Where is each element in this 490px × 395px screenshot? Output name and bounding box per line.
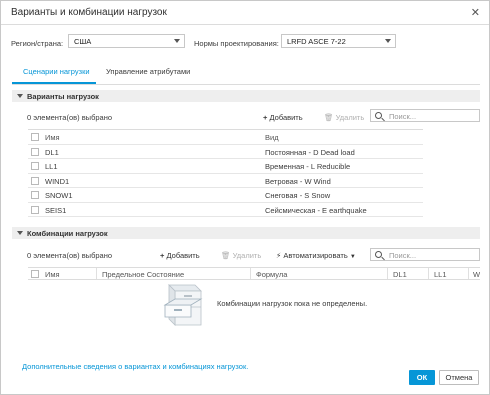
- load-case-name: DL1: [45, 147, 59, 157]
- search-placeholder: Поиск...: [389, 112, 417, 121]
- chevron-down-icon: [385, 39, 391, 43]
- table-row[interactable]: LL1 Временная - L Reducible: [28, 159, 423, 174]
- collapse-icon[interactable]: [17, 94, 23, 98]
- design-code-select[interactable]: LRFD ASCE 7-22: [281, 34, 396, 48]
- load-case-type: Ветровая - W Wind: [265, 176, 331, 186]
- tab-load-scenarios[interactable]: Сценарии нагрузки: [23, 67, 90, 76]
- select-all-checkbox[interactable]: [31, 133, 39, 141]
- load-case-type: Временная - L Reducible: [265, 162, 351, 171]
- column-header-type: Вид: [265, 133, 279, 142]
- table-row[interactable]: DL1 Постоянная - D Dead load: [28, 145, 423, 159]
- add-combination-button[interactable]: + Добавить: [160, 251, 200, 260]
- load-case-name: SEIS1: [45, 205, 67, 215]
- region-label: Регион/страна:: [11, 39, 64, 48]
- table-row[interactable]: WIND1 Ветровая - W Wind: [28, 174, 423, 188]
- load-cases-selected-count: 0 элемента(ов) выбрано: [27, 113, 113, 122]
- cancel-button[interactable]: Отмена: [439, 370, 479, 385]
- load-cases-search-input[interactable]: Поиск...: [370, 109, 480, 122]
- load-case-name: WIND1: [45, 176, 70, 186]
- column-header-name: Имя: [45, 133, 60, 142]
- table-row[interactable]: SEIS1 Сейсмическая - E earthquake: [28, 203, 423, 217]
- region-select[interactable]: США: [68, 34, 185, 48]
- search-icon: [375, 251, 382, 258]
- delete-label: Удалить: [335, 113, 365, 122]
- ok-button[interactable]: ОК: [409, 370, 435, 385]
- tabs-divider: [12, 84, 480, 85]
- combinations-table-header: Имя Предельное Состояние Формула DL1 LL1…: [28, 267, 480, 280]
- plus-icon: +: [160, 251, 165, 260]
- trash-icon: 🗑: [324, 113, 334, 122]
- column-divider: [468, 268, 469, 279]
- delete-load-case-button[interactable]: 🗑 Удалить: [324, 113, 364, 122]
- load-case-type: Сейсмическая - E earthquake: [265, 205, 367, 215]
- design-code-value: LRFD ASCE 7-22: [287, 37, 346, 46]
- combinations-search-input[interactable]: Поиск...: [370, 248, 480, 261]
- add-load-case-button[interactable]: + Добавить: [263, 113, 303, 122]
- search-icon: [375, 112, 382, 119]
- chevron-down-icon: [174, 39, 180, 43]
- region-value: США: [74, 37, 92, 46]
- column-header-dl1: DL1: [393, 270, 407, 279]
- empty-cabinet-icon: [163, 284, 203, 326]
- delete-combination-button[interactable]: 🗑 Удалить: [221, 251, 261, 260]
- dialog-titlebar: Варианты и комбинации нагрузок ✕: [1, 1, 489, 25]
- design-code-label: Нормы проектирования:: [194, 39, 279, 48]
- load-case-name: LL1: [45, 162, 58, 171]
- chevron-down-icon: ▼: [349, 254, 356, 260]
- column-divider: [387, 268, 388, 279]
- column-header-ll1: LL1: [434, 270, 447, 279]
- collapse-icon[interactable]: [17, 231, 23, 235]
- row-checkbox[interactable]: [31, 191, 39, 199]
- load-case-type: Постоянная - D Dead load: [265, 147, 355, 157]
- column-header-w: W: [473, 270, 480, 279]
- plus-icon: +: [263, 113, 268, 122]
- combinations-section-header[interactable]: Комбинации нагрузок: [12, 227, 480, 239]
- column-header-name: Имя: [45, 270, 60, 279]
- column-header-limit-state: Предельное Состояние: [102, 270, 185, 279]
- search-placeholder: Поиск...: [389, 251, 417, 260]
- column-divider: [428, 268, 429, 279]
- column-divider: [250, 268, 251, 279]
- dialog-title: Варианты и комбинации нагрузок: [11, 7, 167, 18]
- combinations-selected-count: 0 элемента(ов) выбрано: [27, 251, 113, 260]
- row-checkbox[interactable]: [31, 176, 39, 185]
- load-cases-section-title: Варианты нагрузок: [27, 92, 99, 101]
- close-icon[interactable]: ✕: [471, 6, 480, 19]
- automate-dropdown-button[interactable]: ⚡ Автоматизировать ▼: [276, 251, 356, 260]
- tab-manage-attributes[interactable]: Управление атрибутами: [106, 67, 190, 76]
- trash-icon: 🗑: [221, 251, 231, 260]
- row-checkbox[interactable]: [31, 205, 39, 214]
- row-checkbox[interactable]: [31, 162, 39, 170]
- lightning-icon: ⚡: [276, 251, 282, 260]
- load-cases-section-header[interactable]: Варианты нагрузок: [12, 90, 480, 102]
- table-header-row: Имя Вид: [28, 130, 423, 145]
- column-header-formula: Формула: [256, 270, 288, 279]
- table-row[interactable]: SNOW1 Снеговая - S Snow: [28, 188, 423, 203]
- select-all-checkbox[interactable]: [31, 270, 39, 278]
- load-cases-dialog: Варианты и комбинации нагрузок ✕ Регион/…: [0, 0, 490, 395]
- load-cases-table: Имя Вид DL1 Постоянная - D Dead load LL1…: [28, 129, 423, 217]
- combinations-section-title: Комбинации нагрузок: [27, 229, 108, 238]
- automate-label: Автоматизировать: [283, 251, 348, 260]
- empty-state-message: Комбинации нагрузок пока не определены.: [217, 299, 368, 308]
- delete-label: Удалить: [232, 251, 262, 260]
- info-link[interactable]: Дополнительные сведения о вариантах и ко…: [22, 362, 248, 371]
- row-checkbox[interactable]: [31, 147, 39, 156]
- add-label: Добавить: [269, 113, 303, 122]
- load-case-type: Снеговая - S Snow: [265, 191, 331, 200]
- load-case-name: SNOW1: [45, 191, 73, 200]
- column-divider: [96, 268, 97, 279]
- add-label: Добавить: [166, 251, 200, 260]
